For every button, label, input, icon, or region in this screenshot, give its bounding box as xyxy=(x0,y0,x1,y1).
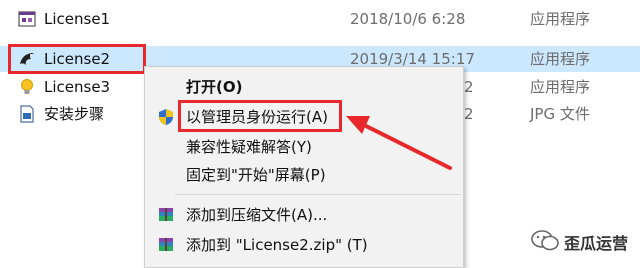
highlight-box-run-as-admin xyxy=(178,100,342,132)
partial-date-digit: 2 xyxy=(464,78,474,96)
watermark-text: 歪瓜运营 xyxy=(564,234,629,253)
uac-shield-icon xyxy=(159,109,173,125)
partial-date-digit: 2 xyxy=(464,105,474,123)
file-type: 应用程序 xyxy=(530,50,591,68)
pointer-arrow xyxy=(346,116,452,170)
winrar-archive-icon xyxy=(159,238,173,251)
file-name: License1 xyxy=(44,10,111,28)
image-file-icon xyxy=(20,105,34,123)
highlight-box-license2 xyxy=(8,44,146,74)
lightbulb-icon xyxy=(21,79,33,94)
wechat-icon xyxy=(531,230,559,251)
file-name: 安装步骤 xyxy=(44,105,105,123)
menu-item-label: 打开(O) xyxy=(186,78,243,96)
file-type: 应用程序 xyxy=(530,10,591,28)
menu-item-add-to-zip[interactable]: 添加到 "License2.zip" (T) xyxy=(145,231,463,259)
file-row-license1[interactable]: License1 2018/10/6 6:28 应用程序 xyxy=(0,6,640,32)
file-type: JPG 文件 xyxy=(530,105,590,123)
file-type: 应用程序 xyxy=(530,78,591,96)
file-date: 2018/10/6 6:28 xyxy=(350,10,466,28)
app-window-icon xyxy=(18,11,36,27)
menu-item-add-to-archive[interactable]: 添加到压缩文件(A)... xyxy=(145,201,463,229)
menu-item-label: 添加到压缩文件(A)... xyxy=(186,206,328,224)
menu-item-label: 固定到"开始"屏幕(P) xyxy=(186,166,326,184)
file-name: License3 xyxy=(44,78,111,96)
winrar-archive-icon xyxy=(159,208,173,221)
menu-separator xyxy=(175,194,461,195)
menu-item-label: 兼容性疑难解答(Y) xyxy=(186,138,312,156)
menu-item-open[interactable]: 打开(O) xyxy=(145,73,463,101)
menu-item-label: 添加到 "License2.zip" (T) xyxy=(186,236,368,254)
